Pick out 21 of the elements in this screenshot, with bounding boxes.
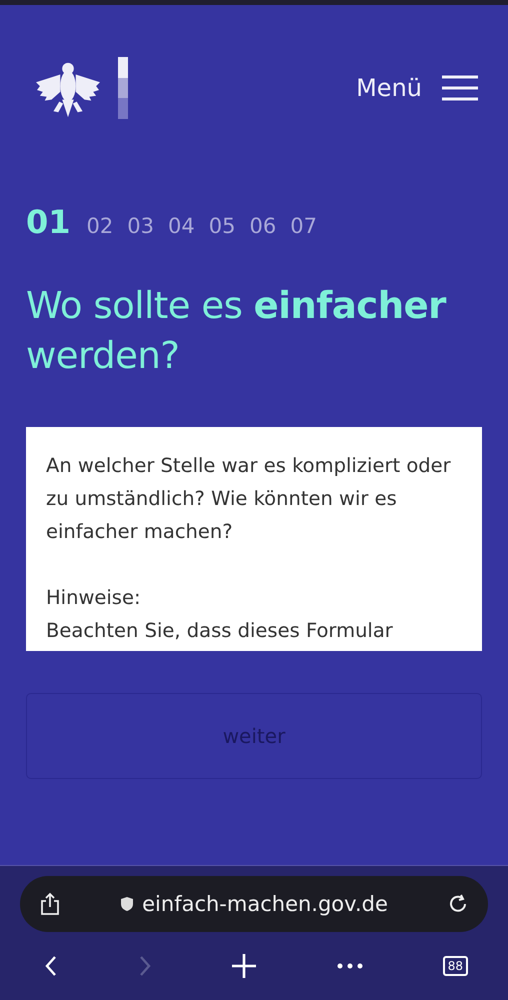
step-indicator: 06: [249, 214, 276, 238]
step-indicator: 01: [26, 203, 71, 241]
share-icon[interactable]: [40, 892, 60, 916]
menu-button[interactable]: Menü: [356, 74, 478, 102]
more-icon[interactable]: [337, 963, 364, 969]
step-indicator: 04: [168, 214, 195, 238]
back-icon[interactable]: [44, 955, 58, 977]
reload-icon[interactable]: [448, 894, 468, 914]
flag-bar-icon: [118, 57, 128, 119]
plus-icon[interactable]: [231, 953, 258, 979]
tabs-button[interactable]: 88: [442, 956, 468, 976]
step-indicator: 02: [86, 214, 114, 238]
shield-icon: [120, 896, 134, 912]
step-indicator: 05: [208, 214, 236, 238]
url-text: einfach-machen.gov.de: [142, 892, 388, 916]
answer-field[interactable]: An welcher Stelle war es kompliziert oder zu umständlich? Wie könnten wir es einfacher machen? Hinweise: Beachten Sie, dass dieses Formular: [26, 427, 482, 651]
question-heading: Wo sollte es einfacher werden?: [26, 283, 448, 379]
step-indicator: 07: [290, 214, 317, 238]
step-indicator: 03: [127, 214, 154, 238]
menu-icon: [442, 75, 478, 101]
address-bar[interactable]: einfach-machen.gov.de: [20, 876, 488, 932]
